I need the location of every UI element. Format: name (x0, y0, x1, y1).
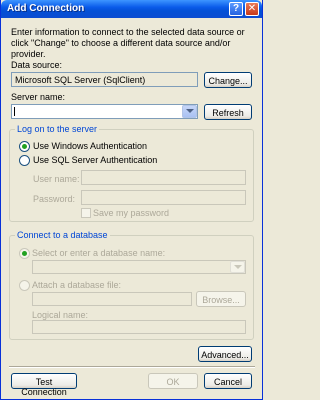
chevron-down-icon (186, 109, 194, 113)
ok-button[interactable]: OK (148, 373, 198, 389)
help-icon[interactable]: ? (229, 2, 243, 16)
close-icon[interactable]: ✕ (245, 2, 259, 16)
data-source-value: Microsoft SQL Server (SqlClient) (15, 75, 146, 85)
add-connection-dialog: Add Connection ? ✕ Enter information to … (0, 0, 263, 400)
data-source-field: Microsoft SQL Server (SqlClient) (11, 72, 198, 87)
test-connection-button-label: Test Connection (21, 377, 67, 397)
browse-button-label: Browse... (202, 295, 240, 305)
select-database-radio[interactable] (19, 248, 30, 259)
user-name-label: User name: (33, 174, 80, 184)
password-label: Password: (33, 194, 76, 204)
save-password-label: Save my password (93, 208, 170, 218)
footer-divider (9, 366, 255, 368)
change-button[interactable]: Change... (204, 72, 252, 88)
database-file-input[interactable] (32, 292, 192, 306)
description-text: Enter information to connect to the sele… (11, 27, 245, 59)
refresh-button-label: Refresh (212, 108, 244, 118)
database-dropdown-button[interactable] (230, 261, 245, 273)
advanced-button-label: Advanced... (201, 350, 249, 360)
user-name-input[interactable] (81, 170, 246, 185)
database-group-label: Connect to a database (15, 230, 110, 240)
database-name-select[interactable] (32, 260, 246, 274)
ok-button-label: OK (166, 377, 180, 387)
logical-name-input[interactable] (32, 320, 246, 334)
server-dropdown-button[interactable] (182, 105, 197, 118)
test-connection-button[interactable]: Test Connection (11, 373, 77, 397)
window-title: Add Connection (7, 3, 85, 14)
chevron-down-icon (234, 265, 242, 269)
advanced-button[interactable]: Advanced... (198, 346, 252, 362)
cancel-button[interactable]: Cancel (204, 373, 252, 389)
server-name-input[interactable] (11, 104, 198, 119)
browse-button[interactable]: Browse... (196, 291, 246, 307)
refresh-button[interactable]: Refresh (204, 104, 252, 120)
password-input[interactable] (81, 190, 246, 205)
sql-auth-radio[interactable] (19, 155, 30, 166)
data-source-label: Data source: (11, 60, 63, 70)
change-button-label: Change... (208, 76, 248, 86)
text-cursor (14, 107, 15, 116)
save-password-checkbox[interactable] (81, 208, 91, 218)
sql-auth-label[interactable]: Use SQL Server Authentication (33, 155, 157, 165)
cancel-button-label: Cancel (213, 377, 242, 387)
logon-group-label: Log on to the server (15, 124, 100, 134)
windows-auth-radio[interactable] (19, 141, 30, 152)
title-bar[interactable]: Add Connection ? ✕ (1, 0, 262, 18)
select-database-label: Select or enter a database name: (32, 248, 166, 258)
windows-auth-label[interactable]: Use Windows Authentication (33, 141, 147, 151)
server-name-label: Server name: (11, 92, 66, 102)
attach-database-label: Attach a database file: (32, 280, 122, 290)
attach-database-radio[interactable] (19, 280, 30, 291)
logical-name-label: Logical name: (32, 310, 89, 320)
